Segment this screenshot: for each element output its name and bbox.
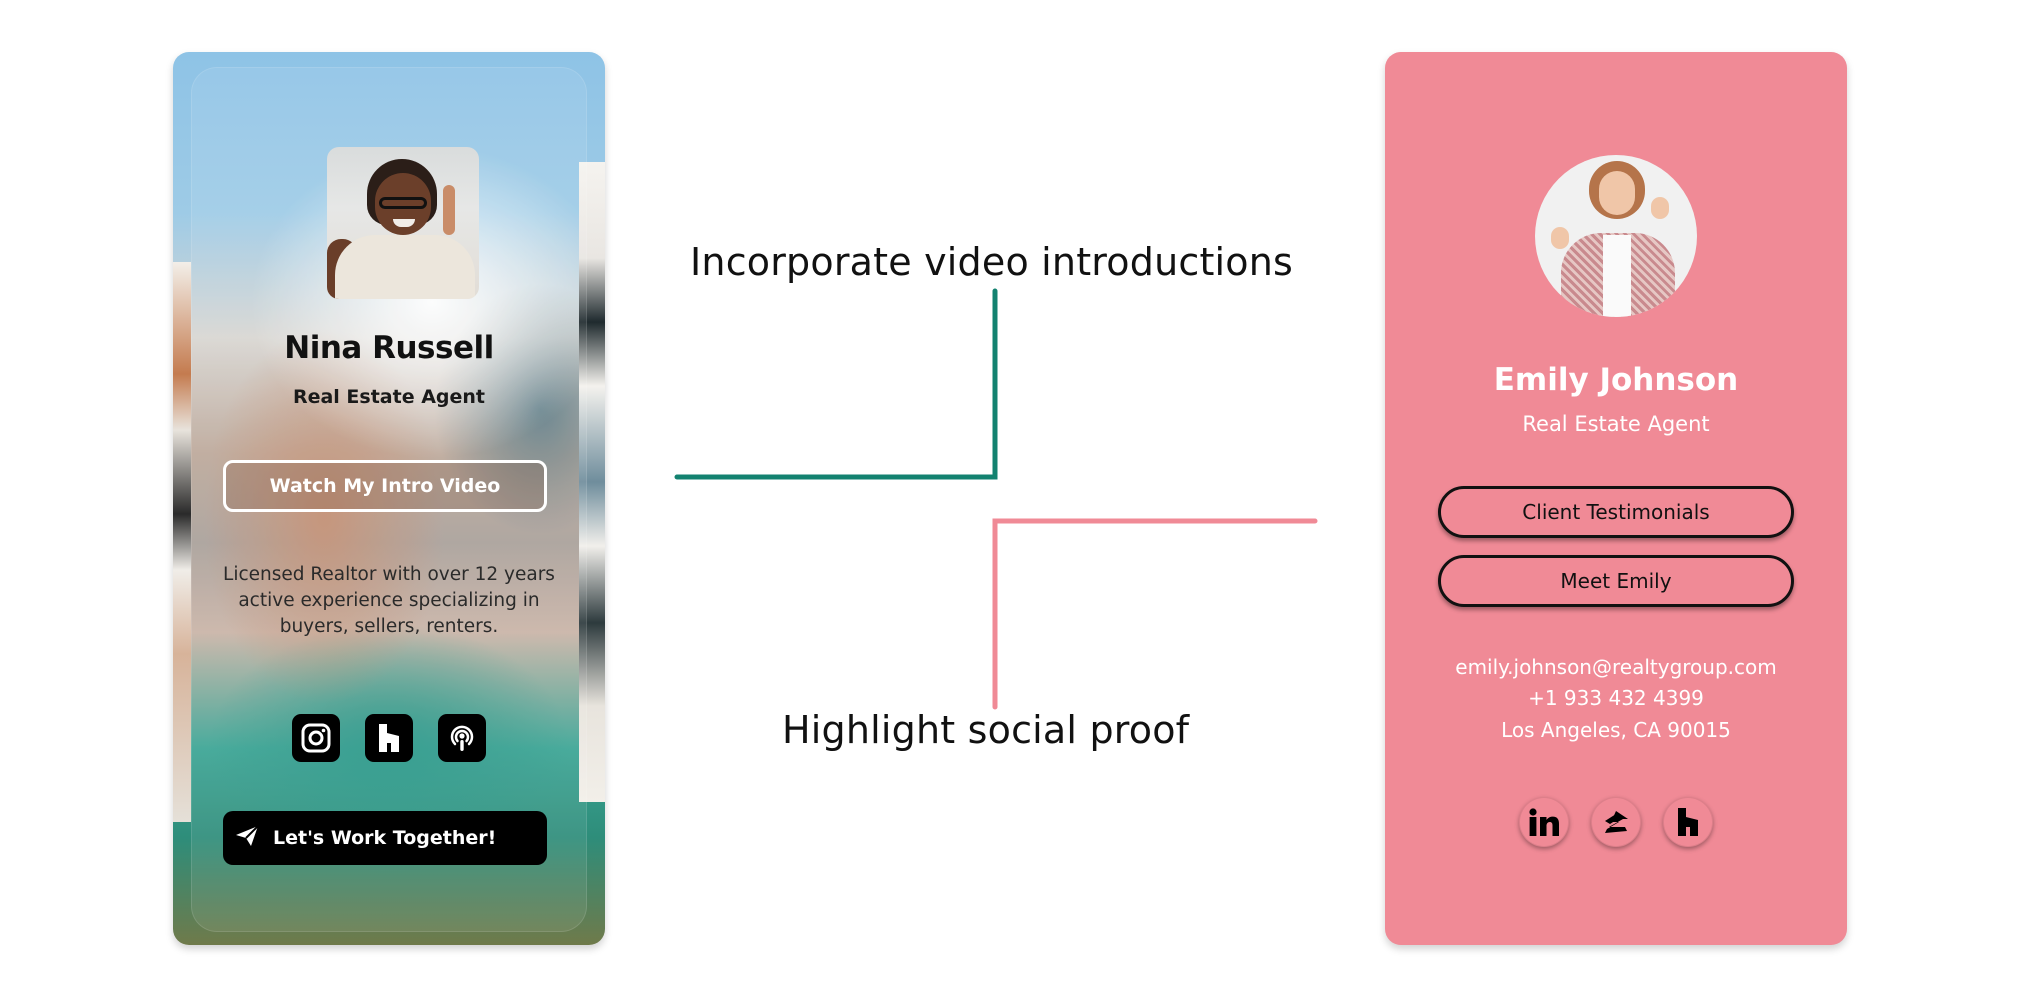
emily-phone-link[interactable]: +1 933 432 4399 (1385, 686, 1847, 710)
emily-business-card: Emily Johnson Real Estate Agent Client T… (1385, 52, 1847, 945)
annotation-social-proof: Highlight social proof (782, 708, 1190, 752)
emily-email-link[interactable]: emily.johnson@realtygroup.com (1385, 655, 1847, 679)
emily-name: Emily Johnson (1493, 362, 1739, 398)
meet-emily-button[interactable]: Meet Emily (1438, 555, 1794, 607)
linkedin-icon[interactable] (1519, 797, 1569, 847)
client-testimonials-button[interactable]: Client Testimonials (1438, 486, 1794, 538)
video-connector-line (674, 288, 998, 480)
annotation-video-introductions: Incorporate video introductions (690, 240, 1294, 284)
emily-address: Los Angeles, CA 90015 (1501, 718, 1731, 742)
emily-job-title: Real Estate Agent (1522, 412, 1710, 436)
houzz-icon[interactable] (1663, 797, 1713, 847)
emily-profile-photo (1535, 155, 1697, 317)
emily-social-links (1385, 797, 1847, 847)
zillow-icon[interactable] (1591, 797, 1641, 847)
social-connector-line (992, 518, 1318, 710)
